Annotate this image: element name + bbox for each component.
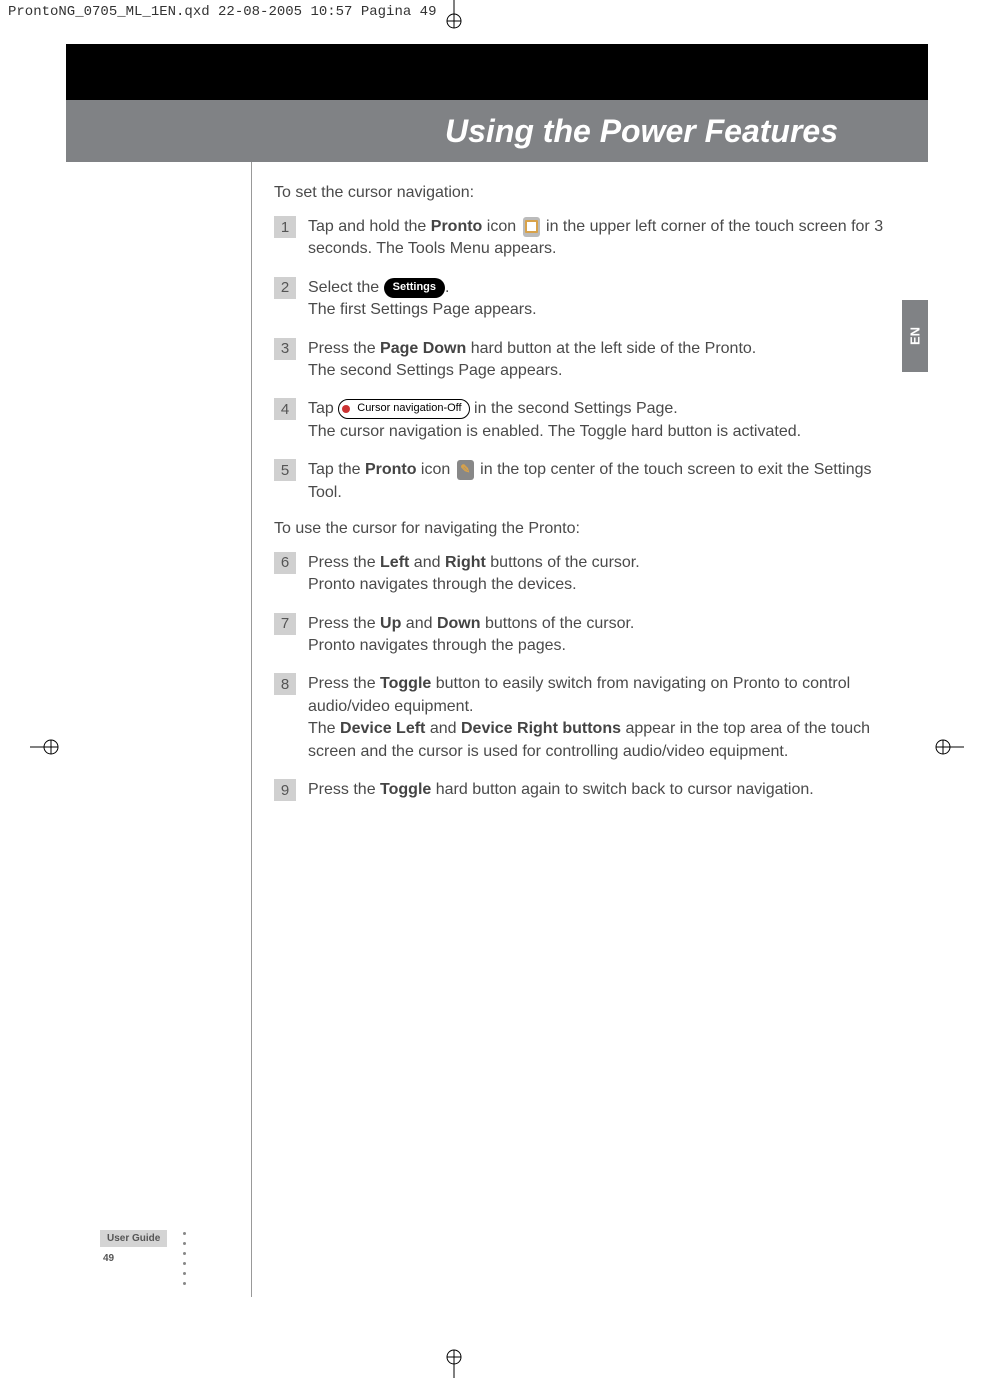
left-margin-rule [66, 162, 252, 1297]
intro-text-1: To set the cursor navigation: [274, 184, 908, 202]
crop-mark-top-icon [444, 0, 464, 30]
language-tab: EN [902, 300, 928, 372]
intro-text-2: To use the cursor for navigating the Pro… [274, 520, 908, 538]
chapter-title: Using the Power Features [445, 113, 838, 150]
user-guide-label: User Guide [100, 1230, 167, 1247]
step-3: 3 Press the Page Down hard button at the… [274, 338, 908, 383]
step-number: 1 [274, 216, 296, 238]
footer-dots-icon [183, 1232, 186, 1285]
step-number: 4 [274, 398, 296, 420]
step-5: 5 Tap the Pronto icon ✎ in the top cente… [274, 459, 908, 504]
crop-mark-right-icon [934, 737, 964, 757]
step-number: 7 [274, 613, 296, 635]
file-header: ProntoNG_0705_ML_1EN.qxd 22-08-2005 10:5… [0, 0, 994, 24]
footer: User Guide 49 [100, 1230, 167, 1264]
page-number: 49 [100, 1253, 167, 1264]
step-number: 9 [274, 779, 296, 801]
step-number: 3 [274, 338, 296, 360]
chapter-band: Using the Power Features [66, 100, 928, 162]
step-number: 6 [274, 552, 296, 574]
step-number: 8 [274, 673, 296, 695]
step-4: 4 Tap Cursor navigation-Off in the secon… [274, 398, 908, 443]
settings-pill-icon: Settings [384, 278, 445, 298]
cursor-nav-pill-icon: Cursor navigation-Off [338, 399, 469, 419]
step-1: 1 Tap and hold the Pronto icon in the up… [274, 216, 908, 261]
step-number: 5 [274, 459, 296, 481]
crop-mark-left-icon [30, 737, 60, 757]
black-header-band [66, 44, 928, 100]
step-6: 6 Press the Left and Right buttons of th… [274, 552, 908, 597]
step-9: 9 Press the Toggle hard button again to … [274, 779, 908, 801]
pronto-tool-icon: ✎ [457, 460, 474, 480]
step-8: 8 Press the Toggle button to easily swit… [274, 673, 908, 763]
step-2: 2 Select the Settings. The first Setting… [274, 277, 908, 322]
pronto-icon [523, 217, 540, 237]
step-number: 2 [274, 277, 296, 299]
main-content: To set the cursor navigation: 1 Tap and … [252, 162, 928, 817]
step-7: 7 Press the Up and Down buttons of the c… [274, 613, 908, 658]
crop-mark-bottom-icon [444, 1348, 464, 1378]
